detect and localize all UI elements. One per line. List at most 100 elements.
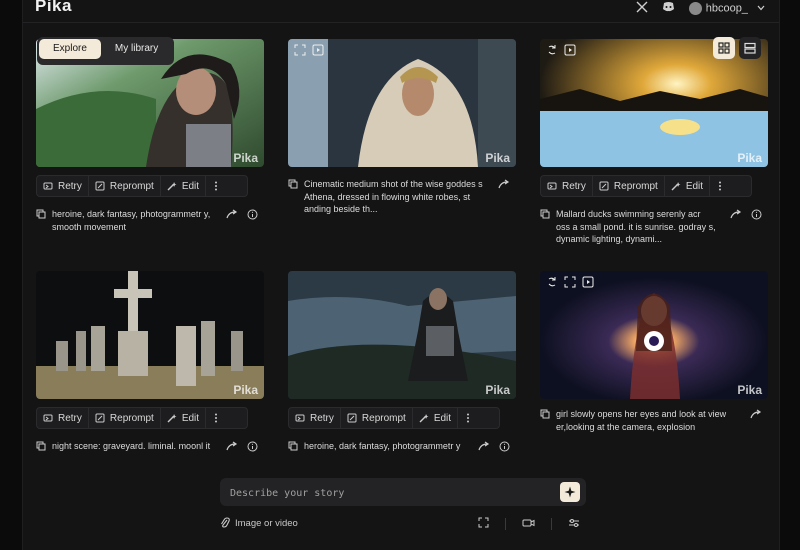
magic-wand-icon (419, 414, 429, 423)
edit-button[interactable]: Edit (161, 408, 207, 428)
settings-sliders-icon[interactable] (568, 518, 580, 531)
video-card: Pika Retry Reprompt Edit heroine, dark f… (288, 271, 516, 452)
more-vertical-icon (467, 413, 470, 423)
discord-icon[interactable] (662, 1, 675, 15)
username: hbcoop_ (705, 2, 748, 14)
play-icon[interactable] (564, 43, 576, 56)
user-menu[interactable]: hbcoop_ (688, 1, 765, 15)
reprompt-button[interactable]: Reprompt (89, 176, 161, 196)
copy-icon[interactable] (36, 209, 46, 223)
camera-icon[interactable] (522, 518, 535, 531)
more-vertical-icon (215, 413, 218, 423)
share-icon[interactable] (498, 179, 510, 193)
more-vertical-icon (719, 181, 722, 191)
pencil-icon (95, 413, 105, 423)
info-icon[interactable] (751, 209, 762, 224)
tab-my-library[interactable]: My library (101, 39, 172, 59)
generate-button[interactable] (560, 482, 580, 502)
caption-text: heroine, dark fantasy, photogrammetr y, … (52, 209, 211, 232)
prompt-input[interactable] (228, 484, 552, 502)
copy-icon[interactable] (36, 441, 46, 455)
video-thumbnail[interactable]: Pika (288, 39, 516, 167)
grid-icon (718, 42, 730, 54)
tab-explore[interactable]: Explore (39, 39, 101, 59)
top-bar: Pika hbcoop_ (23, 0, 779, 23)
x-icon[interactable] (636, 1, 648, 16)
divider (505, 518, 506, 530)
info-icon[interactable] (499, 441, 510, 456)
app-frame: Pika hbcoop_ Explore My library Pika Ret… (22, 0, 780, 550)
info-icon[interactable] (247, 209, 258, 224)
sparkle-icon (564, 486, 576, 498)
share-icon[interactable] (478, 441, 490, 455)
aspect-ratio-icon[interactable] (478, 517, 489, 531)
grid-view-button[interactable] (713, 37, 735, 59)
video-thumbnail[interactable]: Pika (540, 271, 768, 399)
more-options-button[interactable] (710, 176, 730, 196)
more-options-button[interactable] (206, 408, 226, 428)
more-options-button[interactable] (206, 176, 226, 196)
magic-wand-icon (167, 182, 177, 191)
retry-icon (43, 414, 53, 422)
retry-icon (547, 182, 557, 190)
attach-media-button[interactable]: Image or video (220, 517, 298, 529)
list-icon (744, 42, 756, 54)
magic-wand-icon (167, 414, 177, 423)
share-icon[interactable] (226, 441, 238, 455)
video-thumbnail[interactable]: Pika (288, 271, 516, 399)
info-icon[interactable] (247, 441, 258, 456)
divider (551, 518, 552, 530)
more-vertical-icon (215, 181, 218, 191)
pencil-icon (347, 413, 357, 423)
edit-button[interactable]: Edit (413, 408, 459, 428)
retry-button[interactable]: Retry (37, 176, 89, 196)
magic-wand-icon (671, 182, 681, 191)
card-actions: Retry Reprompt Edit (36, 175, 248, 197)
caption-text: Cinematic medium shot of the wise goddes… (304, 179, 483, 214)
video-card: Pika Cinematic medium shot of the wise g… (288, 39, 516, 214)
retry-button[interactable]: Retry (541, 176, 593, 196)
card-actions: Retry Reprompt Edit (36, 407, 248, 429)
fullscreen-icon[interactable] (564, 275, 576, 288)
caption-text: night scene: graveyard. liminal. moonl i… (52, 441, 211, 451)
paperclip-icon (221, 517, 230, 528)
share-icon[interactable] (226, 209, 238, 223)
copy-icon[interactable] (288, 441, 298, 455)
copy-icon[interactable] (540, 209, 550, 223)
play-icon[interactable] (582, 275, 594, 288)
video-thumbnail[interactable]: Pika (36, 271, 264, 399)
reprompt-button[interactable]: Reprompt (341, 408, 413, 428)
copy-icon[interactable] (288, 179, 298, 193)
edit-button[interactable]: Edit (665, 176, 711, 196)
library-segmented-control: Explore My library (37, 37, 175, 65)
pencil-icon (95, 181, 105, 191)
avatar (688, 1, 702, 15)
reprompt-button[interactable]: Reprompt (89, 408, 161, 428)
copy-icon[interactable] (540, 409, 550, 423)
edit-button[interactable]: Edit (161, 176, 207, 196)
remix-icon[interactable] (546, 43, 558, 55)
pika-logo[interactable]: Pika (35, 0, 72, 16)
video-card: Pika Retry Reprompt Edit night scene: gr… (36, 271, 264, 452)
retry-button[interactable]: Retry (37, 408, 89, 428)
remix-icon[interactable] (546, 275, 558, 287)
play-icon[interactable] (312, 43, 324, 56)
reprompt-button[interactable]: Reprompt (593, 176, 665, 196)
caption-text: girl slowly opens her eyes and look at v… (556, 409, 727, 432)
prompt-tools: Image or video (220, 517, 586, 533)
list-view-button[interactable] (739, 37, 761, 59)
retry-button[interactable]: Retry (289, 408, 341, 428)
chevron-down-icon (757, 2, 765, 14)
pika-watermark: Pika (485, 383, 510, 397)
retry-icon (43, 182, 53, 190)
pika-watermark: Pika (737, 383, 762, 397)
share-icon[interactable] (730, 209, 742, 223)
pika-watermark: Pika (737, 151, 762, 165)
fullscreen-icon[interactable] (294, 43, 306, 56)
prompt-box (220, 478, 586, 506)
view-toggle (713, 37, 761, 59)
card-actions: Retry Reprompt Edit (288, 407, 500, 429)
more-options-button[interactable] (458, 408, 478, 428)
caption-text: heroine, dark fantasy, photogrammetr y (304, 441, 461, 451)
share-icon[interactable] (750, 409, 762, 423)
